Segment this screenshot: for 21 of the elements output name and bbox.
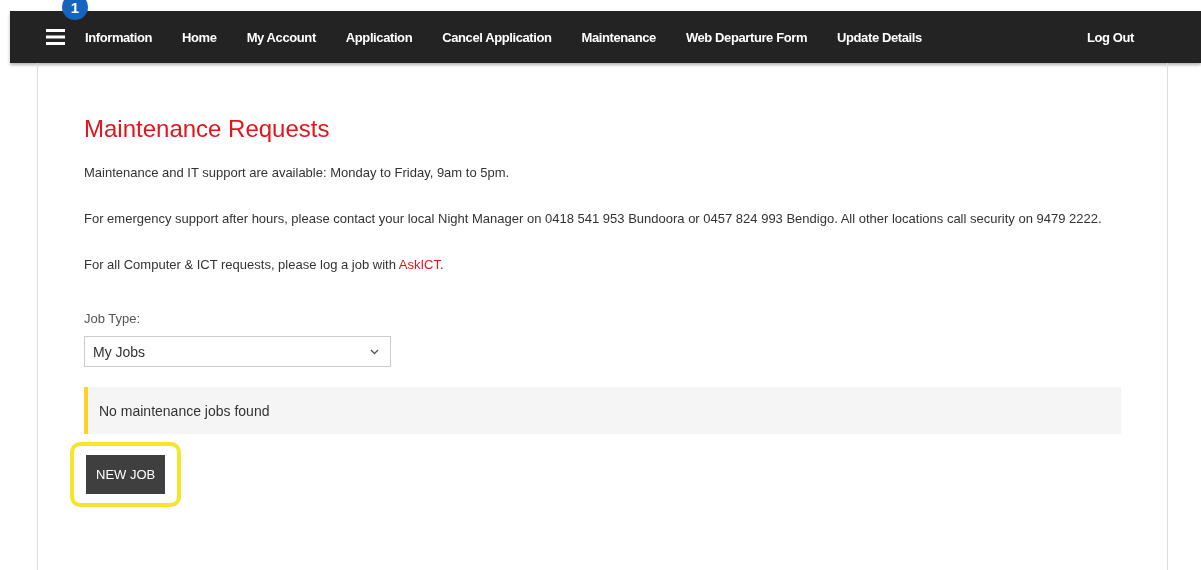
page-title: Maintenance Requests (84, 115, 331, 143)
info-paragraph: For emergency support after hours, please contact your local Night Manager on 0418 541 953 Bundoora or 0457 824 993 Bendigo. All other locations call security on 9479 2222. (84, 210, 1103, 228)
askict-link[interactable]: AskICT (398, 257, 440, 272)
nav-link[interactable]: Web Departure Form (685, 29, 808, 45)
nav-link[interactable]: Home (182, 29, 217, 45)
notification-badge: 1 (62, 0, 88, 20)
nav-link[interactable]: Information (85, 29, 153, 45)
info-paragraph: For all Computer & ICT requests, please log a job with AskICT. (84, 256, 445, 274)
field-label: Job Type: (84, 311, 142, 326)
nav-link[interactable]: Update Details (837, 29, 922, 45)
notice-message: No maintenance jobs found (84, 387, 1121, 434)
new-job-button[interactable]: NEW JOB (86, 455, 166, 494)
job-type-dropdown[interactable]: My Jobs (84, 336, 391, 367)
nav-link[interactable]: Maintenance (581, 29, 656, 45)
nav-link[interactable]: Cancel Application (442, 29, 552, 45)
chevron-down-icon (370, 348, 379, 355)
log-out-link[interactable]: Log Out (1086, 29, 1134, 45)
info-paragraph: Maintenance and IT support are available: Monday to Friday, 9am to 5pm. (84, 164, 511, 182)
menu-icon[interactable] (46, 29, 65, 45)
nav-link[interactable]: My Account (246, 29, 316, 45)
nav-link[interactable]: Application (345, 29, 413, 45)
